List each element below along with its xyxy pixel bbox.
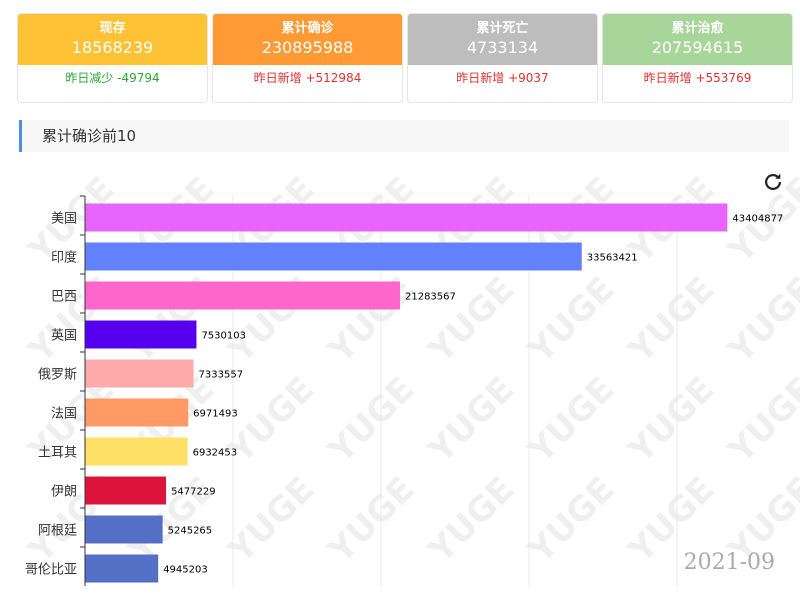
category-tick-label: 伊朗 bbox=[51, 485, 77, 500]
bar[interactable] bbox=[85, 437, 188, 466]
category-tick-label: 巴西 bbox=[51, 290, 77, 305]
bar-value-label: 33563421 bbox=[587, 253, 638, 264]
bar[interactable] bbox=[85, 359, 194, 388]
bar-value-label: 21283567 bbox=[405, 292, 456, 303]
bar[interactable] bbox=[85, 203, 728, 232]
refresh-icon[interactable] bbox=[762, 171, 784, 193]
bar-value-label: 6971493 bbox=[193, 409, 238, 420]
timeline-label: 2021-09 bbox=[683, 550, 775, 575]
category-tick-label: 阿根廷 bbox=[38, 524, 77, 539]
bar-chart: 43404877 美国 33563421 印度 21283567 巴西 7530103 英国 7… bbox=[25, 195, 783, 586]
bar-value-label: 7530103 bbox=[201, 331, 246, 342]
bar-value-label: 6932453 bbox=[193, 448, 238, 459]
bar[interactable] bbox=[85, 242, 582, 271]
category-tick-label: 哥伦比亚 bbox=[25, 563, 77, 578]
bar-value-label: 4945203 bbox=[163, 565, 208, 576]
category-tick-label: 美国 bbox=[51, 212, 77, 227]
category-tick-label: 俄罗斯 bbox=[38, 368, 77, 383]
bar[interactable] bbox=[85, 515, 163, 544]
bar-value-label: 7333557 bbox=[199, 370, 244, 381]
bar-value-label: 43404877 bbox=[732, 214, 783, 225]
bar[interactable] bbox=[85, 281, 400, 310]
category-tick-label: 印度 bbox=[51, 250, 77, 266]
chart-axis bbox=[80, 195, 86, 586]
category-tick-label: 土耳其 bbox=[38, 446, 77, 461]
category-tick-label: 法国 bbox=[51, 407, 77, 422]
bar[interactable] bbox=[85, 476, 167, 505]
bar[interactable] bbox=[85, 320, 197, 349]
category-tick-label: 英国 bbox=[51, 329, 77, 344]
bar[interactable] bbox=[85, 554, 159, 583]
bar[interactable] bbox=[85, 398, 189, 427]
bar-value-label: 5245265 bbox=[168, 526, 213, 537]
bar-value-label: 5477229 bbox=[171, 487, 216, 498]
